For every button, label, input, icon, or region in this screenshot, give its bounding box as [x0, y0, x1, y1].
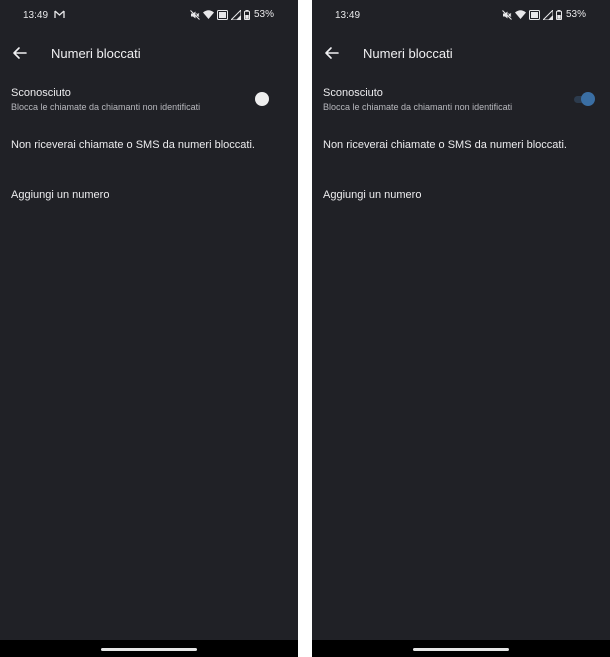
volte-icon	[216, 9, 228, 20]
navigation-bar	[312, 640, 610, 657]
setting-subtitle: Blocca le chiamate da chiamanti non iden…	[323, 102, 513, 112]
gmail-icon	[54, 10, 65, 22]
setting-subtitle: Blocca le chiamate da chiamanti non iden…	[11, 102, 201, 112]
status-bar: 13:49 53%	[0, 0, 298, 30]
page-title: Numeri bloccati	[363, 46, 453, 61]
status-icons: 53%	[190, 9, 274, 20]
status-time: 13:49	[23, 10, 49, 21]
status-bar: 13:49 53%	[312, 0, 610, 30]
toggle-thumb	[581, 92, 595, 106]
add-number-button[interactable]: Aggiungi un numero	[323, 189, 421, 201]
mute-icon	[190, 9, 200, 20]
app-toolbar: Numeri bloccati	[312, 40, 610, 66]
battery-icon	[243, 9, 250, 20]
app-toolbar: Numeri bloccati	[0, 40, 298, 66]
mute-icon	[502, 9, 512, 20]
blocked-info-text: Non riceverai chiamate o SMS da numeri b…	[323, 139, 567, 151]
unknown-callers-setting[interactable]: Sconosciuto Blocca le chiamate da chiama…	[0, 86, 298, 118]
setting-title: Sconosciuto	[11, 87, 71, 99]
gesture-handle[interactable]	[101, 648, 197, 651]
battery-percent: 53%	[565, 9, 586, 20]
status-icons: 53%	[502, 9, 586, 20]
page-title: Numeri bloccati	[51, 46, 141, 61]
arrow-left-icon[interactable]	[12, 45, 28, 61]
unknown-callers-toggle[interactable]	[255, 92, 279, 106]
blocked-info-text: Non riceverai chiamate o SMS da numeri b…	[11, 139, 255, 151]
status-time: 13:49	[335, 10, 361, 21]
unknown-callers-setting[interactable]: Sconosciuto Blocca le chiamate da chiama…	[312, 86, 610, 118]
arrow-left-icon[interactable]	[324, 45, 340, 61]
signal-icon	[542, 9, 553, 20]
unknown-callers-toggle[interactable]	[572, 92, 596, 106]
signal-icon	[230, 9, 241, 20]
battery-percent: 53%	[253, 9, 274, 20]
toggle-thumb	[255, 92, 269, 106]
phone-screen-right: 13:49 53% Numeri bloccati Sconosciuto Bl…	[312, 0, 610, 657]
setting-title: Sconosciuto	[323, 87, 383, 99]
wifi-icon	[202, 10, 214, 19]
gesture-handle[interactable]	[413, 648, 509, 651]
navigation-bar	[0, 640, 298, 657]
add-number-button[interactable]: Aggiungi un numero	[11, 189, 109, 201]
wifi-icon	[514, 10, 526, 19]
volte-icon	[528, 9, 540, 20]
phone-screen-left: 13:49 53% Numeri bloccati Sconosciuto Bl…	[0, 0, 298, 657]
battery-icon	[555, 9, 562, 20]
